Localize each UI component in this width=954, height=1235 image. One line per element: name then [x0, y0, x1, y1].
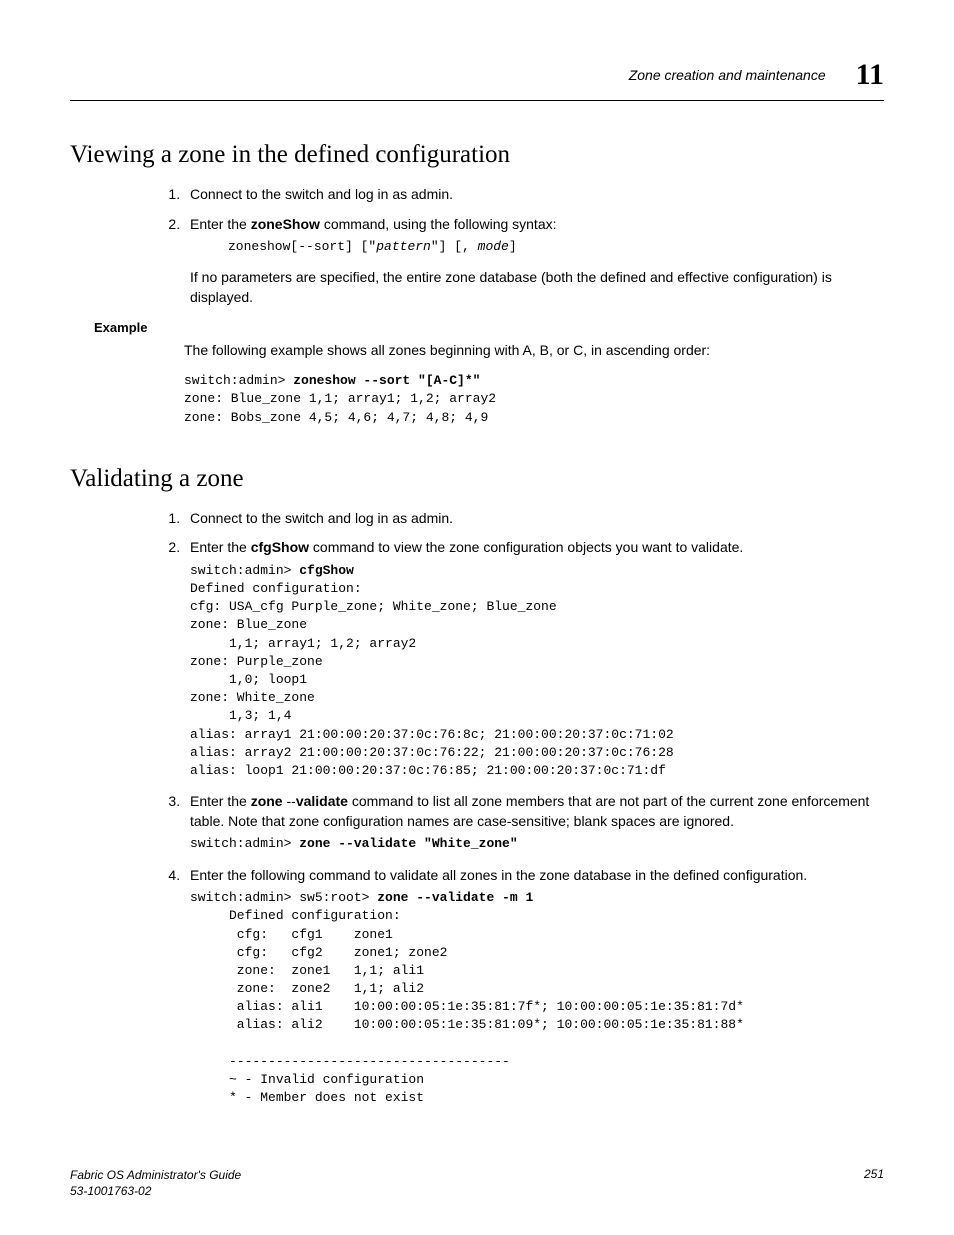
heading-viewing-zone: Viewing a zone in the defined configurat…	[70, 141, 874, 169]
chapter-number: 11	[856, 58, 884, 92]
cmd-validate: validate	[296, 793, 348, 809]
footer: Fabric OS Administrator's Guide 53-10017…	[70, 1167, 884, 1199]
cmd-cfgshow: cfgShow	[251, 539, 309, 555]
footer-doc-id: 53-1001763-02	[70, 1183, 241, 1199]
header-row: Zone creation and maintenance 11	[70, 58, 884, 92]
page-number: 251	[864, 1167, 884, 1199]
list-item: Enter the following command to validate …	[184, 866, 874, 1108]
header-divider	[70, 100, 884, 101]
list-item: Enter the zoneShow command, using the fo…	[184, 215, 874, 308]
section-title: Zone creation and maintenance	[629, 67, 826, 83]
footer-left: Fabric OS Administrator's Guide 53-10017…	[70, 1167, 241, 1199]
cmd-zone: zone	[251, 793, 283, 809]
step-text: Enter the zoneShow command, using the fo…	[190, 216, 557, 232]
syntax-block: zoneshow[--sort] ["pattern"] [, mode]	[228, 238, 874, 256]
step-text: Enter the following command to validate …	[190, 867, 807, 883]
zone-validate-code: switch:admin> zone --validate "White_zon…	[190, 835, 874, 853]
cfgshow-output: switch:admin> cfgShow Defined configurat…	[190, 562, 874, 780]
steps-list-a: Connect to the switch and log in as admi…	[94, 185, 874, 308]
example-intro: The following example shows all zones be…	[184, 341, 874, 361]
heading-validating-zone: Validating a zone	[70, 465, 874, 493]
list-item: Enter the cfgShow command to view the zo…	[184, 538, 874, 780]
list-item: Connect to the switch and log in as admi…	[184, 509, 874, 529]
content: Viewing a zone in the defined configurat…	[184, 141, 874, 1107]
zone-validate-m1-code: switch:admin> sw5:root> zone --validate …	[190, 889, 874, 1107]
step-text: Connect to the switch and log in as admi…	[190, 186, 453, 202]
page: Zone creation and maintenance 11 Viewing…	[0, 0, 954, 1235]
example-code: switch:admin> zoneshow --sort "[A-C]*" z…	[184, 372, 874, 427]
list-item: Enter the zone --validate command to lis…	[184, 792, 874, 853]
step-text: Connect to the switch and log in as admi…	[190, 510, 453, 526]
para-no-params: If no parameters are specified, the enti…	[190, 268, 874, 307]
step-text: Enter the cfgShow command to view the zo…	[190, 539, 743, 555]
cmd-zoneshow: zoneShow	[251, 216, 320, 232]
example-label: Example	[94, 320, 874, 335]
footer-doc-title: Fabric OS Administrator's Guide	[70, 1167, 241, 1183]
steps-list-b: Connect to the switch and log in as admi…	[94, 509, 874, 1108]
list-item: Connect to the switch and log in as admi…	[184, 185, 874, 205]
step-text: Enter the zone --validate command to lis…	[190, 793, 869, 829]
